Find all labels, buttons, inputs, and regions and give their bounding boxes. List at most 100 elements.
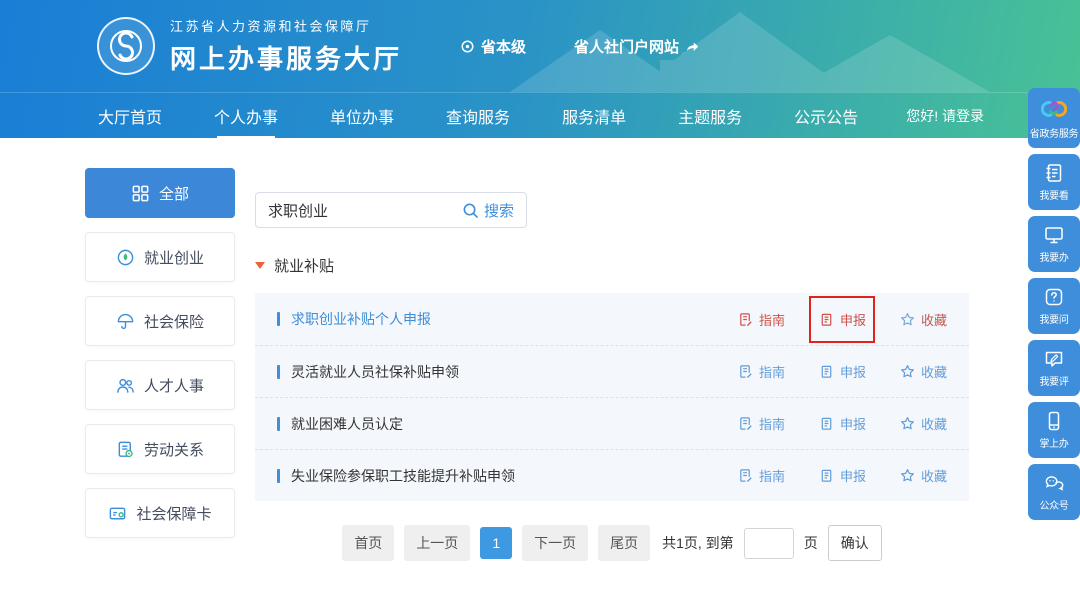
dock-label: 省政务服务 xyxy=(1030,125,1079,140)
dock-item-mobile[interactable]: 掌上办 xyxy=(1028,402,1080,458)
nav-label: 主题服务 xyxy=(678,104,742,128)
nav-item-theme[interactable]: 主题服务 xyxy=(668,93,752,139)
sidebar-item-employment[interactable]: 就业创业 xyxy=(85,232,235,282)
sidebar-item-all[interactable]: 全部 xyxy=(85,168,235,218)
dock-item-gov-services[interactable]: 省政务服务 xyxy=(1028,88,1080,148)
pagination-next-button[interactable]: 下一页 xyxy=(522,525,588,561)
search-box: 搜索 xyxy=(255,192,527,228)
umbrella-icon xyxy=(116,312,135,331)
dock-label: 我要看 xyxy=(1039,187,1068,202)
social-card-icon xyxy=(108,504,127,523)
row-actions: 指南 申报 收藏 xyxy=(738,362,947,381)
title-bar-decoration xyxy=(277,365,280,379)
sidebar-item-label: 全部 xyxy=(159,183,189,204)
service-title-link[interactable]: 求职创业补贴个人申报 xyxy=(277,309,431,329)
apply-icon xyxy=(819,364,834,379)
nav-label: 服务清单 xyxy=(562,104,626,128)
dock-item-ask[interactable]: 我要问 xyxy=(1028,278,1080,334)
pagination-first-button[interactable]: 首页 xyxy=(342,525,394,561)
dock-item-view[interactable]: 我要看 xyxy=(1028,154,1080,210)
apply-link[interactable]: 申报 xyxy=(819,310,866,329)
apply-icon xyxy=(819,468,834,483)
row-actions: 指南 申报 收藏 xyxy=(738,414,947,433)
favorite-link[interactable]: 收藏 xyxy=(900,414,947,433)
favorite-link[interactable]: 收藏 xyxy=(900,362,947,381)
search-button[interactable]: 搜索 xyxy=(456,200,526,221)
star-icon xyxy=(900,468,915,483)
sidebar-item-social-insurance[interactable]: 社会保险 xyxy=(85,296,235,346)
apply-link[interactable]: 申报 xyxy=(819,362,866,381)
nav-item-personal[interactable]: 个人办事 xyxy=(204,93,288,139)
page-title: 网上办事服务大厅 xyxy=(170,39,402,76)
pagination-total-text: 共1页, 到第 xyxy=(662,533,734,553)
star-icon xyxy=(900,312,915,327)
service-title-link[interactable]: 失业保险参保职工技能提升补贴申领 xyxy=(277,466,515,486)
sidebar-item-social-card[interactable]: 社会保障卡 xyxy=(85,488,235,538)
row-actions: 指南 申报 收藏 xyxy=(738,466,947,485)
sidebar-item-talent-hr[interactable]: 人才人事 xyxy=(85,360,235,410)
dock-item-review[interactable]: 我要评 xyxy=(1028,340,1080,396)
favorite-link[interactable]: 收藏 xyxy=(900,310,947,329)
external-link-icon xyxy=(685,39,700,53)
nav-item-query[interactable]: 查询服务 xyxy=(436,93,520,139)
guide-link[interactable]: 指南 xyxy=(738,362,785,381)
service-row: 灵活就业人员社保补贴申领 指南 xyxy=(255,345,969,397)
guide-icon xyxy=(738,312,753,327)
region-selector[interactable]: 省本级 xyxy=(460,36,526,57)
nav-item-home[interactable]: 大厅首页 xyxy=(88,93,172,139)
apply-label: 申报 xyxy=(840,310,866,329)
pagination-last-button[interactable]: 尾页 xyxy=(598,525,650,561)
portal-link-label: 省人社门户网站 xyxy=(574,36,679,57)
search-button-label: 搜索 xyxy=(484,200,514,221)
favorite-link[interactable]: 收藏 xyxy=(900,466,947,485)
page-number-input[interactable] xyxy=(744,528,794,559)
brand-block: 江苏省人力资源和社会保障厅 网上办事服务大厅 xyxy=(170,16,402,76)
guide-icon xyxy=(738,416,753,431)
gov-logo-icon xyxy=(1041,96,1067,122)
service-list: 求职创业补贴个人申报 指南 xyxy=(255,293,969,501)
guide-link[interactable]: 指南 xyxy=(738,310,785,329)
pagination-page-1-button[interactable]: 1 xyxy=(480,527,512,559)
guide-label: 指南 xyxy=(759,466,785,485)
nav-item-service-list[interactable]: 服务清单 xyxy=(552,93,636,139)
dock-label: 我要办 xyxy=(1039,249,1068,264)
service-title: 灵活就业人员社保补贴申领 xyxy=(291,362,459,382)
nav-item-announcements[interactable]: 公示公告 xyxy=(784,93,868,139)
apply-icon xyxy=(819,312,834,327)
main-panel: 搜索 就业补贴 求职创业补贴个人申报 xyxy=(255,168,969,561)
main-nav: 大厅首页 个人办事 单位办事 查询服务 服务清单 主题服务 公示公告 您好! 请… xyxy=(0,92,1080,138)
service-row: 求职创业补贴个人申报 指南 xyxy=(255,293,969,345)
favorite-label: 收藏 xyxy=(921,362,947,381)
guide-link[interactable]: 指南 xyxy=(738,466,785,485)
monitor-icon xyxy=(1043,224,1065,246)
document-gear-icon xyxy=(116,440,135,459)
guide-link[interactable]: 指南 xyxy=(738,414,785,433)
sidebar-item-label: 社会保障卡 xyxy=(136,503,211,524)
sidebar-item-labor-relations[interactable]: 劳动关系 xyxy=(85,424,235,474)
pagination-prev-button[interactable]: 上一页 xyxy=(404,525,470,561)
dock-item-wechat[interactable]: 公众号 xyxy=(1028,464,1080,520)
apply-link[interactable]: 申报 xyxy=(819,414,866,433)
guide-label: 指南 xyxy=(759,414,785,433)
search-input[interactable] xyxy=(256,202,456,219)
nav-item-unit[interactable]: 单位办事 xyxy=(320,93,404,139)
nav-label: 查询服务 xyxy=(446,104,510,128)
service-title-link[interactable]: 就业困难人员认定 xyxy=(277,414,403,434)
apply-link[interactable]: 申报 xyxy=(819,466,866,485)
apply-label: 申报 xyxy=(840,362,866,381)
category-header[interactable]: 就业补贴 xyxy=(255,255,969,276)
favorite-label: 收藏 xyxy=(921,466,947,485)
service-title-link[interactable]: 灵活就业人员社保补贴申领 xyxy=(277,362,459,382)
login-link[interactable]: 您好! 请登录 xyxy=(906,106,984,126)
dock-item-handle[interactable]: 我要办 xyxy=(1028,216,1080,272)
pagination-confirm-button[interactable]: 确认 xyxy=(828,525,882,561)
content-area: 全部 就业创业 社会保 xyxy=(0,138,1080,561)
pagination: 首页 上一页 1 下一页 尾页 共1页, 到第 页 确认 xyxy=(255,525,969,561)
apply-label: 申报 xyxy=(840,414,866,433)
sidebar-item-label: 就业创业 xyxy=(144,247,204,268)
portal-site-link[interactable]: 省人社门户网站 xyxy=(574,36,700,57)
online-service-hall-page: 江苏省人力资源和社会保障厅 网上办事服务大厅 省本级 省人社门户网站 大厅首页 … xyxy=(0,0,1080,592)
title-bar-decoration xyxy=(277,417,280,431)
dock-label: 掌上办 xyxy=(1039,435,1068,450)
guide-icon xyxy=(738,468,753,483)
